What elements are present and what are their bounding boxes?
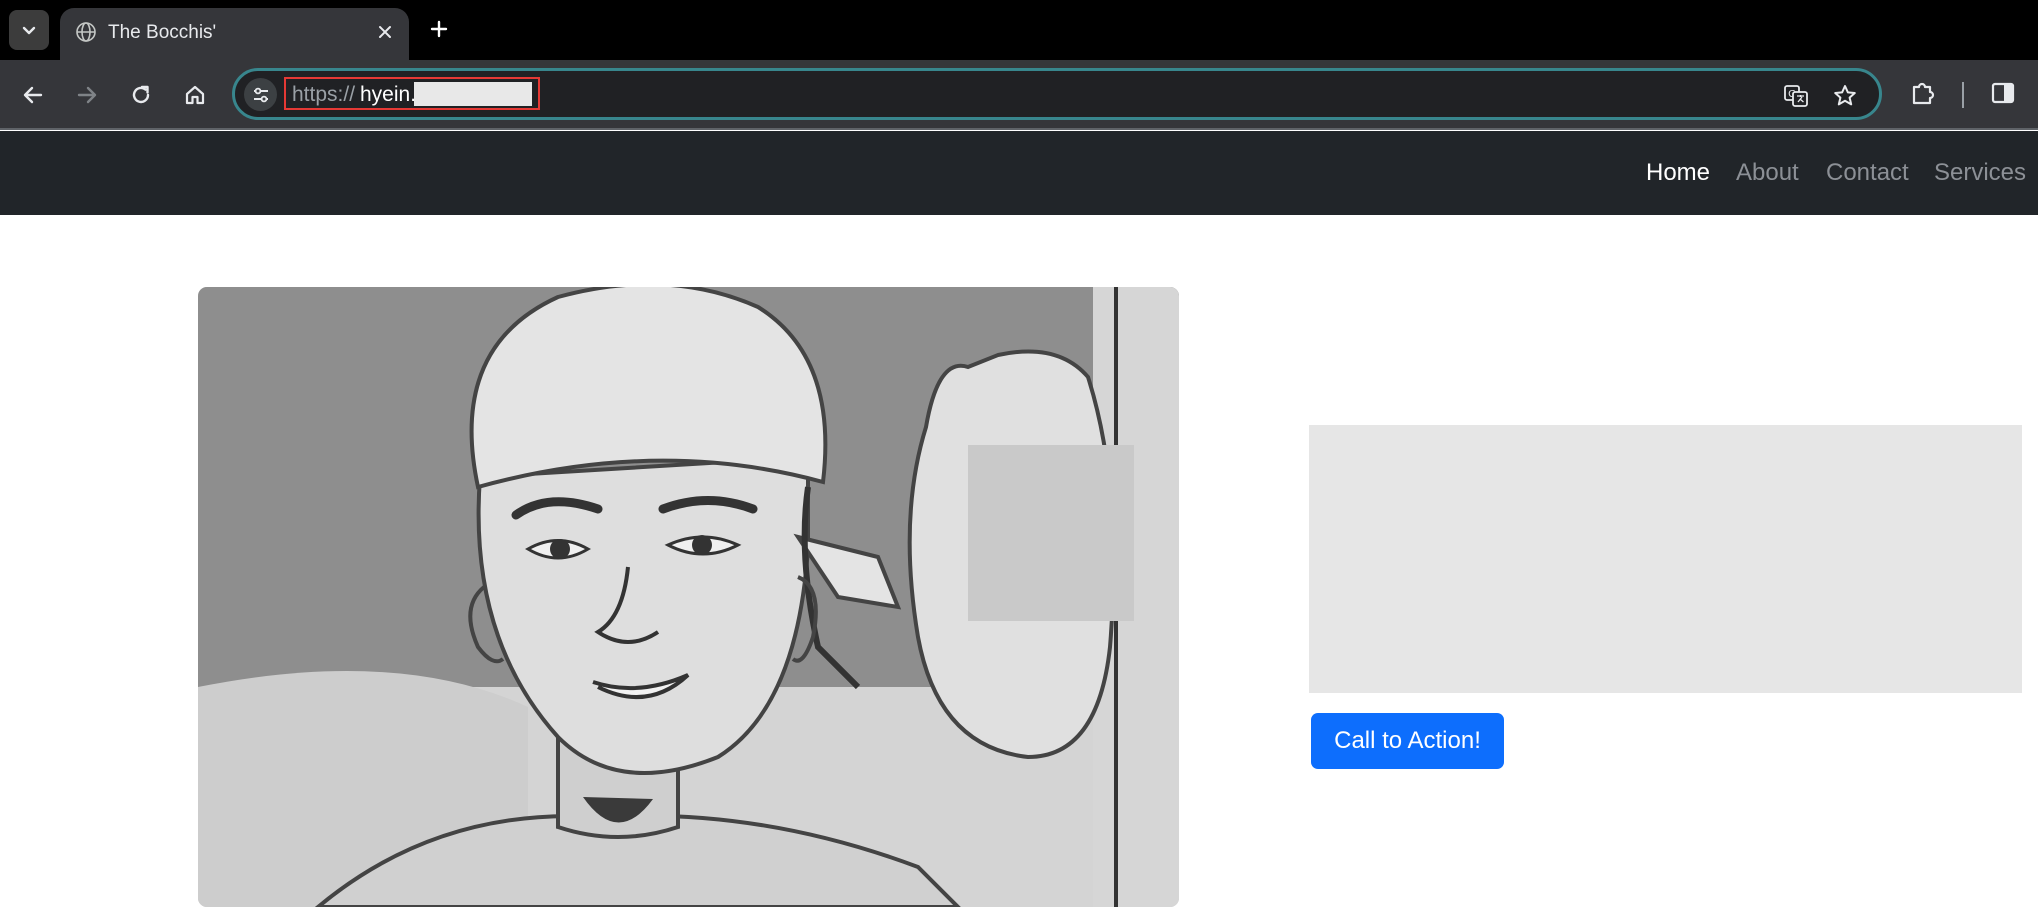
site-navbar: Home About Contact Services bbox=[0, 131, 2038, 215]
call-to-action-button[interactable]: Call to Action! bbox=[1311, 713, 1504, 769]
close-icon bbox=[379, 26, 391, 38]
browser-toolbar: https:// hyein. G bbox=[0, 60, 2038, 130]
url-text[interactable]: https:// hyein. bbox=[284, 77, 540, 110]
new-tab-button[interactable] bbox=[424, 14, 454, 44]
globe-icon bbox=[76, 22, 96, 42]
tab-title: The Bocchis' bbox=[108, 22, 217, 43]
nav-link-services[interactable]: Services bbox=[1934, 159, 2026, 187]
side-panel-icon bbox=[1991, 82, 2015, 104]
close-tab-button[interactable] bbox=[372, 19, 398, 45]
tune-icon bbox=[253, 87, 268, 102]
nav-link-home[interactable]: Home bbox=[1646, 159, 1710, 187]
home-button[interactable] bbox=[178, 78, 212, 112]
url-redaction bbox=[414, 82, 532, 106]
star-icon bbox=[1834, 85, 1856, 106]
reload-icon bbox=[132, 85, 150, 104]
forward-button[interactable] bbox=[70, 78, 104, 112]
browser-tab[interactable]: The Bocchis' bbox=[60, 8, 409, 60]
side-panel-button[interactable] bbox=[1986, 76, 2020, 110]
address-bar[interactable]: https:// hyein. G bbox=[232, 68, 1882, 120]
bookmark-button[interactable] bbox=[1831, 82, 1859, 110]
home-icon bbox=[185, 85, 205, 105]
url-scheme: https:// bbox=[292, 83, 356, 106]
content-placeholder bbox=[1309, 425, 2022, 693]
nav-link-about[interactable]: About bbox=[1736, 159, 1799, 187]
arrow-left-icon bbox=[23, 86, 43, 104]
extensions-button[interactable] bbox=[1906, 76, 1940, 110]
translate-icon: G bbox=[1784, 85, 1808, 107]
arrow-right-icon bbox=[77, 86, 97, 104]
reload-button[interactable] bbox=[124, 78, 158, 112]
plus-icon bbox=[430, 20, 448, 38]
tab-strip: The Bocchis' bbox=[0, 0, 2038, 60]
back-button[interactable] bbox=[16, 78, 50, 112]
site-info-button[interactable] bbox=[244, 78, 277, 111]
nav-link-contact[interactable]: Contact bbox=[1826, 159, 1909, 187]
manga-portrait-illustration bbox=[198, 287, 1179, 907]
tab-search-button[interactable] bbox=[9, 10, 49, 50]
toolbar-divider bbox=[1962, 82, 1964, 108]
url-host: hyein. bbox=[360, 83, 417, 106]
chevron-down-icon bbox=[22, 26, 36, 35]
translate-button[interactable]: G bbox=[1782, 82, 1810, 110]
hero-image bbox=[198, 287, 1179, 907]
puzzle-icon bbox=[1912, 82, 1935, 105]
